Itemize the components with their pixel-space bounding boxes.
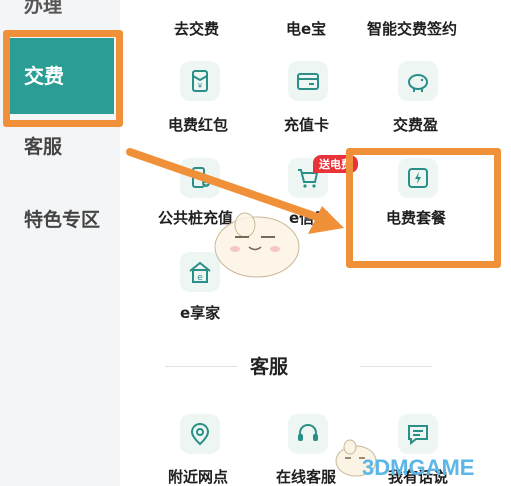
service-section-title: 客服 (250, 356, 289, 378)
mascot-watermark-center (214, 212, 300, 278)
feedback-tile[interactable] (398, 414, 438, 454)
public-pile-tile[interactable]: + (180, 158, 220, 198)
site-watermark: 3DMGAME (362, 455, 475, 480)
pay-profit-label[interactable]: 交费盈 (393, 114, 438, 135)
smart-pay-sign-label[interactable]: 智能交费签约 (367, 18, 457, 39)
red-packet-label[interactable]: 电费红包 (168, 114, 228, 135)
piggy-bank-icon (408, 74, 428, 92)
card-icon (297, 73, 319, 90)
recharge-card-label[interactable]: 充值卡 (284, 114, 329, 135)
section-divider-left (165, 366, 237, 367)
nearby-outlets-label[interactable]: 附近网点 (168, 466, 228, 486)
e-home-label[interactable]: e享家 (180, 302, 220, 323)
highlight-electricity-plan (346, 148, 501, 268)
dianebao-label[interactable]: 电e宝 (286, 18, 326, 39)
svg-text:+: + (203, 180, 209, 188)
nearby-outlets-tile[interactable] (180, 414, 220, 454)
svg-text:¥: ¥ (198, 82, 203, 90)
red-packet-tile[interactable]: ¥ (180, 61, 220, 101)
pay-profit-tile[interactable] (398, 61, 438, 101)
highlight-sidebar-jiaofei (3, 30, 123, 127)
section-divider-right (360, 366, 432, 367)
map-pin-icon (190, 422, 210, 446)
svg-text:e: e (197, 273, 203, 283)
charging-pile-icon: + (192, 167, 210, 188)
online-service-tile[interactable] (288, 414, 328, 454)
go-pay-label[interactable]: 去交费 (174, 18, 219, 39)
chat-bubble-icon (408, 425, 428, 446)
headset-icon (298, 423, 318, 441)
online-service-label[interactable]: 在线客服 (276, 466, 336, 486)
recharge-card-tile[interactable] (288, 61, 328, 101)
red-packet-icon: ¥ (192, 70, 208, 92)
